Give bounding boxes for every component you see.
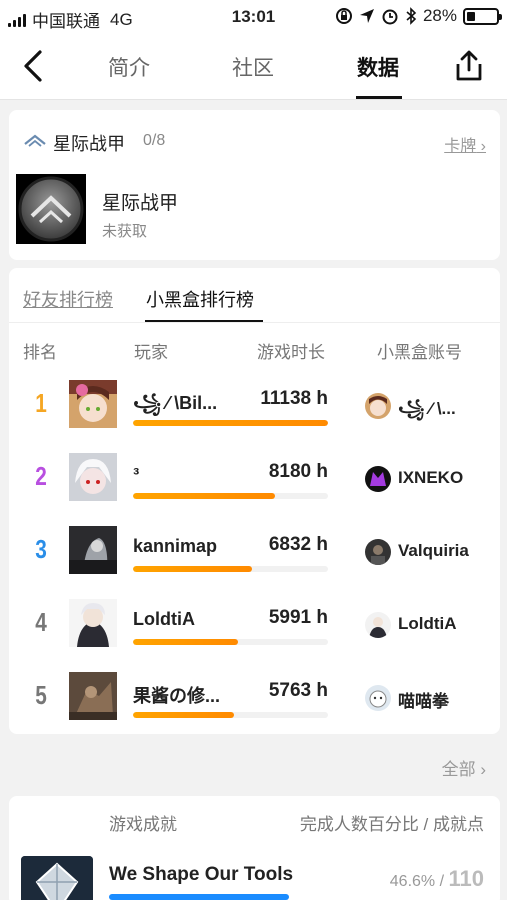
battery-icon [463,7,502,25]
achievement-percent: 46.6% / [389,873,445,890]
achievement-progress-bar [109,894,289,900]
achievement-icon [21,856,93,900]
divider [9,322,500,323]
ranking-row[interactable]: 1 ꧁ ⁄ \Bil... 11138 h ꧁ ⁄ \... [9,368,500,440]
view-all-label: 全部 [441,760,476,779]
player-name: 果酱の修... [133,686,221,706]
achievement-stat: 46.6% / 110 [390,866,484,892]
account-name[interactable]: ꧁ ⁄ \... [398,395,494,430]
top-nav: 简介 社区 数据 [0,34,507,100]
playtime-bar [133,712,328,718]
play-hours: 8180 h [268,461,328,482]
play-hours: 5763 h [268,680,328,701]
tab-community[interactable]: 社区 [232,52,274,82]
tab-data[interactable]: 数据 [357,52,399,82]
account-name[interactable]: LoldtiA [398,614,494,634]
game-card: 星际战甲 0/8 卡牌 › 星际战甲 未获取 [9,110,500,260]
chevron-right-icon: › [476,138,486,155]
rank-number: 1 [35,388,47,418]
tab-intro[interactable]: 简介 [108,52,150,82]
status-right: 28% [335,6,502,26]
playtime-bar-fill [133,566,252,572]
account-avatar [365,466,391,492]
battery-level [467,11,475,21]
column-rank: 排名 [23,343,57,362]
ranking-card: 好友排行榜 小黑盒排行榜 排名 玩家 游戏时长 小黑盒账号 1 ꧁ ⁄ \Bil… [9,268,500,734]
playtime-bar [133,639,328,645]
rank-number: 2 [35,461,47,491]
account-avatar [365,539,391,565]
achievements-stat-header: 完成人数百分比 / 成就点 [299,815,484,834]
lock-rotation-icon [335,8,352,24]
column-player: 玩家 [134,343,168,362]
rank-number: 5 [35,680,47,710]
achievement-name[interactable]: We Shape Our Tools [109,864,293,886]
account-name[interactable]: Valquiria [398,541,494,561]
game-cover-image[interactable] [16,174,86,244]
bluetooth-icon [406,7,417,25]
playtime-bar [133,493,328,499]
account-name[interactable]: 喵喵拳 [398,687,494,712]
player-avatar[interactable] [69,526,117,574]
account-name[interactable]: IXNEKO [398,468,494,488]
column-playtime: 游戏时长 [257,343,325,362]
play-hours: 11138 h [260,388,328,409]
player-name: LoldtiA [133,609,195,629]
warframe-emblem-icon [18,176,84,242]
chevron-right-icon: › [475,760,486,779]
column-account: 小黑盒账号 [377,343,462,362]
account-avatar [365,612,391,638]
player-name: kannimap [133,536,218,556]
card-count: 0/8 [143,132,166,149]
location-icon [359,9,374,23]
card-title: 星际战甲 [102,193,179,214]
achievements-card: 游戏成就 完成人数百分比 / 成就点 We Shape Our Tools 46… [9,796,500,900]
ranking-row[interactable]: 5 果酱の修... 5763 h 喵喵拳 [9,660,500,732]
battery-percent: 28% [422,6,457,25]
back-chevron-icon[interactable] [18,48,50,84]
game-name: 星际战甲 [53,134,125,154]
ranking-row[interactable]: 2 ᵌ 8180 h IXNEKO [9,441,500,513]
playtime-bar-fill [133,493,276,499]
alarm-icon [382,9,398,25]
playtime-bar-fill [133,639,239,645]
ranking-row[interactable]: 3 kannimap 6832 h Valquiria [9,514,500,586]
cards-link-label: 卡牌 [444,138,477,155]
warframe-logo-icon [24,134,46,147]
player-avatar[interactable] [69,672,117,720]
player-name: ᵌ [133,463,140,483]
card-status: 未获取 [102,223,148,240]
rank-number: 3 [35,534,47,564]
playtime-bar [133,420,328,426]
active-tab-indicator [356,96,402,99]
playtime-bar [133,566,328,572]
cards-link[interactable]: 卡牌 › [444,132,486,156]
tab-friends-ranking[interactable]: 好友排行榜 [23,286,113,312]
status-bar: 中国联通 4G 13:01 28% [0,0,507,34]
playtime-bar-fill [133,420,328,426]
ranking-row[interactable]: 4 LoldtiA 5991 h LoldtiA [9,587,500,659]
achievements-header: 游戏成就 [109,815,177,834]
view-all-link[interactable]: 全部 › [442,755,486,780]
playtime-bar-fill [133,712,235,718]
account-avatar [365,393,391,419]
player-avatar[interactable] [69,599,117,647]
player-avatar[interactable] [69,453,117,501]
rank-number: 4 [35,607,47,637]
tab-heybox-ranking[interactable]: 小黑盒排行榜 [146,286,254,312]
share-icon[interactable] [452,48,486,84]
play-hours: 6832 h [268,534,328,555]
play-hours: 5991 h [268,607,328,628]
achievement-points: 110 [448,866,485,891]
account-avatar [365,685,391,711]
player-avatar[interactable] [69,380,117,428]
